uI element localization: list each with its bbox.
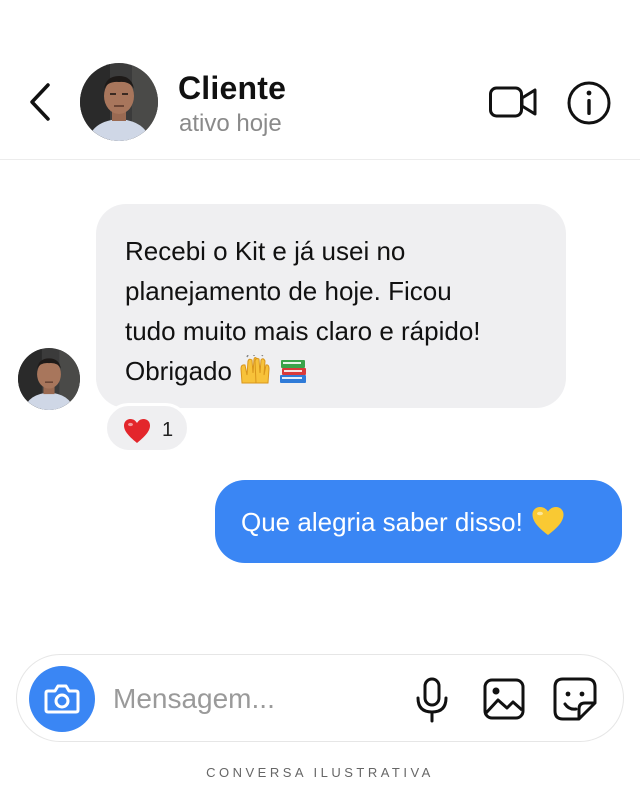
microphone-button[interactable] — [415, 677, 449, 723]
outgoing-message-bubble[interactable]: Que alegria saber disso! — [215, 480, 622, 563]
reaction-count: 1 — [162, 419, 174, 441]
image-icon — [483, 678, 525, 720]
info-icon — [567, 81, 611, 125]
person-photo-icon — [18, 348, 80, 410]
message-reaction[interactable]: 1 — [104, 403, 190, 453]
activity-status: ativo hoje — [179, 110, 282, 137]
contact-name[interactable]: Cliente — [178, 70, 286, 107]
chevron-left-icon — [30, 83, 50, 121]
yellow-heart-emoji — [532, 507, 564, 535]
message-line-text: Obrigado — [125, 356, 232, 386]
footer-caption: CONVERSA ILUSTRATIVA — [206, 765, 434, 780]
contact-avatar[interactable] — [80, 63, 158, 141]
incoming-message-bubble[interactable]: Recebi o Kit e já usei no planejamento d… — [96, 204, 566, 408]
red-heart-emoji — [124, 419, 150, 443]
sticker-button[interactable] — [553, 677, 597, 721]
back-button[interactable] — [26, 82, 56, 122]
message-text: Que alegria saber disso! — [241, 507, 523, 537]
message-row: Que alegria saber disso! — [241, 506, 622, 538]
video-camera-icon — [489, 86, 537, 118]
sticker-icon — [553, 677, 597, 721]
message-line: Recebi o Kit e já usei no — [125, 236, 406, 266]
microphone-icon — [416, 677, 448, 723]
message-line: planejamento de hoje. Ficou — [125, 276, 452, 306]
info-button[interactable] — [566, 80, 612, 126]
message-composer — [16, 654, 624, 742]
camera-button[interactable] — [29, 666, 95, 732]
chat-header: Cliente ativo hoje — [0, 0, 640, 160]
message-line: tudo muito mais claro e rápido! — [125, 316, 481, 346]
message-input[interactable] — [113, 679, 393, 719]
gallery-button[interactable] — [483, 677, 525, 721]
raising-hands-emoji — [240, 355, 270, 384]
video-call-button[interactable] — [488, 84, 538, 120]
message-sender-avatar[interactable] — [18, 348, 80, 410]
message-line-last: Obrigado — [125, 351, 546, 391]
person-photo-icon — [80, 63, 158, 141]
books-emoji — [279, 360, 306, 383]
camera-icon — [44, 684, 80, 714]
